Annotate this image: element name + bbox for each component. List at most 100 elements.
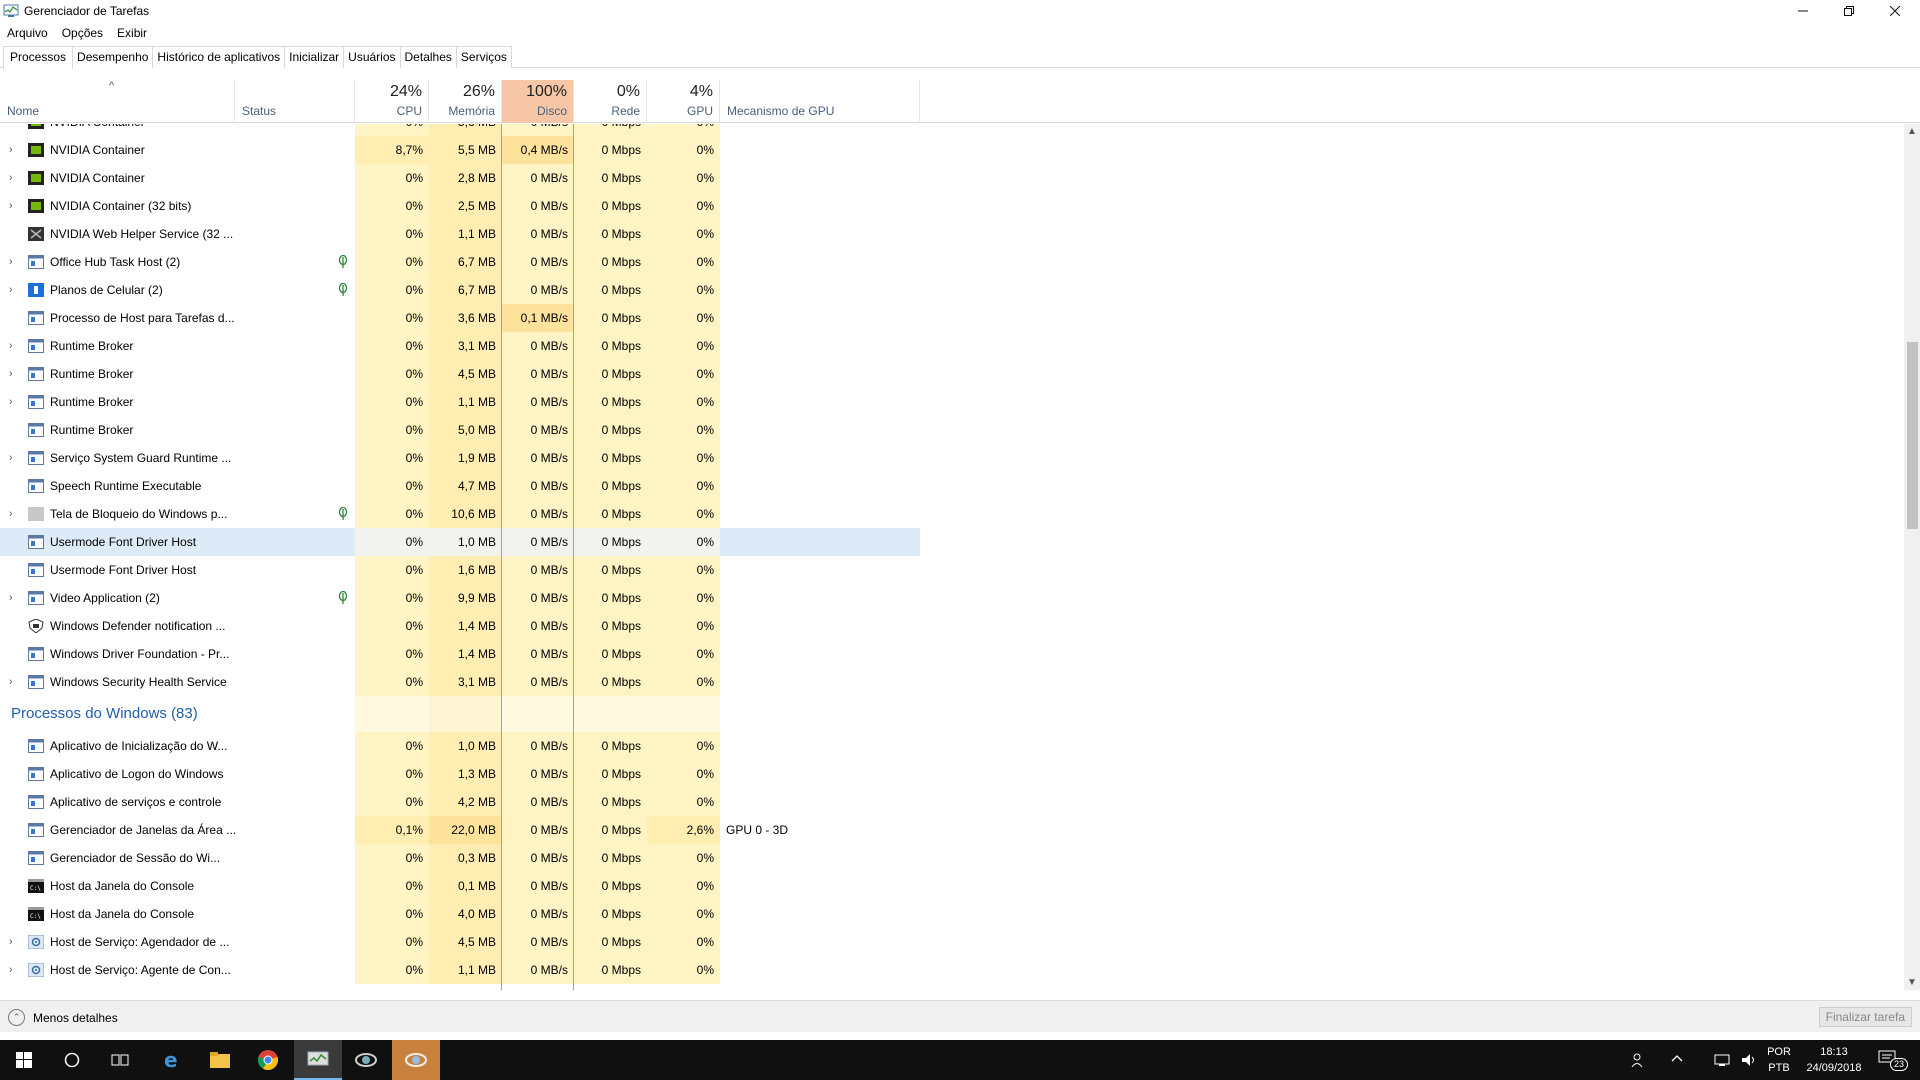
tab-historico-aplicativos[interactable]: Histórico de aplicativos [152, 46, 286, 68]
expand-chevron-icon[interactable]: › [9, 584, 13, 612]
scrollbar-thumb[interactable] [1907, 342, 1918, 529]
cell-disk: 0 MB/s [502, 192, 574, 220]
footer-bar: ⌃ Menos detalhes Finalizar tarefa [0, 1000, 1920, 1032]
less-details-button[interactable]: ⌃ Menos detalhes [8, 1009, 118, 1026]
process-row[interactable]: 0% 3,1 MB 0 MB/s 0 Mbps 0% › Windows Security … [0, 668, 920, 696]
suspended-leaf-icon [338, 283, 348, 296]
process-row[interactable]: 0% 3,6 MB 0,1 MB/s 0 Mbps 0% Processo de Host… [0, 304, 920, 332]
expand-chevron-icon[interactable]: › [9, 444, 13, 472]
process-row[interactable]: 0,1% 22,0 MB 0 MB/s 0 Mbps 2,6% GPU 0 - 3D Ger… [0, 816, 920, 844]
tab-detalhes[interactable]: Detalhes [399, 46, 457, 68]
process-row[interactable]: 0% 1,4 MB 0 MB/s 0 Mbps 0% Windows Driver Fou… [0, 640, 920, 668]
process-row[interactable]: 8,7% 5,5 MB 0,4 MB/s 0 Mbps 0% › NVIDIA Contai… [0, 136, 920, 164]
process-row[interactable]: 0% 9,9 MB 0 MB/s 0 Mbps 0% › Video Application… [0, 584, 920, 612]
column-status[interactable]: Status [235, 80, 355, 123]
column-name[interactable]: ^ Nome [0, 80, 235, 123]
process-row[interactable]: 0% 1,1 MB 0 MB/s 0 Mbps 0% › Runtime Broker [0, 388, 920, 416]
cell-gpu-engine [726, 872, 916, 900]
chevron-up-tray-icon[interactable] [1670, 1052, 1684, 1080]
expand-chevron-icon[interactable]: › [9, 164, 13, 192]
tab-servicos[interactable]: Serviços [455, 46, 512, 68]
minimize-button[interactable] [1780, 0, 1826, 22]
cortana-button[interactable] [48, 1040, 96, 1080]
process-name: Usermode Font Driver Host [50, 535, 197, 549]
expand-chevron-icon[interactable]: › [9, 360, 13, 388]
taskbar-chrome[interactable] [244, 1040, 292, 1080]
column-memory[interactable]: 26% Memória [429, 80, 502, 123]
expand-chevron-icon[interactable]: › [9, 928, 13, 956]
taskbar-app-2[interactable] [342, 1040, 390, 1080]
end-task-button[interactable]: Finalizar tarefa [1818, 1007, 1912, 1027]
menu-exibir[interactable]: Exibir [110, 24, 154, 42]
action-center-button[interactable]: 23 [1876, 1050, 1909, 1072]
taskbar-task-manager[interactable] [294, 1040, 342, 1080]
process-row[interactable]: 0% 5,0 MB 0 MB/s 0 Mbps 0% Runtime Broker [0, 416, 920, 444]
cell-network: 0 Mbps [574, 872, 647, 900]
column-cpu[interactable]: 24% CPU [355, 80, 429, 123]
process-name: Planos de Celular (2) [50, 283, 163, 297]
cell-network: 0 Mbps [574, 388, 647, 416]
process-row[interactable]: 0% 1,4 MB 0 MB/s 0 Mbps 0% Windows Defender n… [0, 612, 920, 640]
process-row[interactable]: 0% 3,1 MB 0 MB/s 0 Mbps 0% › Runtime Broker [0, 332, 920, 360]
cell-gpu-engine [726, 668, 916, 696]
network-icon[interactable] [1714, 1052, 1732, 1080]
volume-icon[interactable] [1740, 1052, 1758, 1080]
tab-desempenho[interactable]: Desempenho [72, 46, 154, 68]
restore-button[interactable] [1826, 0, 1872, 22]
process-row[interactable]: 0% 10,6 MB 0 MB/s 0 Mbps 0% › Tela de Bloqueio… [0, 500, 920, 528]
scroll-down-icon[interactable]: ▼ [1904, 977, 1920, 988]
process-row[interactable]: 0% 0,3 MB 0 MB/s 0 Mbps 0% Gerenciador de Ses… [0, 844, 920, 872]
process-row[interactable]: 0% 4,5 MB 0 MB/s 0 Mbps 0% › Runtime Broker [0, 360, 920, 388]
cell-memory: 0,1 MB [429, 872, 502, 900]
scroll-up-icon[interactable]: ▲ [1904, 126, 1920, 137]
column-gpu-engine[interactable]: Mecanismo de GPU [720, 80, 920, 123]
process-row[interactable]: 0%5,6 MB0 MB/s0 Mbps0%›NVIDIA Container [0, 124, 920, 136]
close-button[interactable] [1872, 0, 1918, 22]
process-row[interactable]: 0% 2,8 MB 0 MB/s 0 Mbps 0% › NVIDIA Container [0, 164, 920, 192]
tab-inicializar[interactable]: Inicializar [284, 46, 345, 68]
tab-processos[interactable]: Processos [3, 46, 74, 69]
column-gpu[interactable]: 4% GPU [647, 80, 720, 123]
column-disk[interactable]: 100% Disco [502, 80, 574, 123]
process-row[interactable]: 0% 4,0 MB 0 MB/s 0 Mbps 0% C:\ Host da Janela … [0, 900, 920, 928]
expand-chevron-icon[interactable]: › [9, 136, 13, 164]
taskbar-app-3[interactable] [392, 1040, 440, 1080]
start-button[interactable] [0, 1040, 48, 1080]
expand-chevron-icon[interactable]: › [9, 388, 13, 416]
task-view-button[interactable] [96, 1040, 144, 1080]
process-row[interactable]: 0% 1,0 MB 0 MB/s 0 Mbps 0% Usermode Font Driv… [0, 528, 920, 556]
process-row[interactable]: 0% 0,1 MB 0 MB/s 0 Mbps 0% C:\ Host da Janela … [0, 872, 920, 900]
process-name: Host da Janela do Console [50, 879, 195, 893]
tab-usuarios[interactable]: Usuários [343, 46, 401, 68]
process-row[interactable]: 0% 1,1 MB 0 MB/s 0 Mbps 0% › Host de Serviço: … [0, 956, 920, 984]
process-row[interactable]: 0% 2,5 MB 0 MB/s 0 Mbps 0% › NVIDIA Container … [0, 192, 920, 220]
process-row[interactable]: 0% 6,7 MB 0 MB/s 0 Mbps 0% › Office Hub Task H… [0, 248, 920, 276]
process-row[interactable]: 0% 1,0 MB 0 MB/s 0 Mbps 0% Aplicativo de Inic… [0, 732, 920, 760]
expand-chevron-icon[interactable]: › [9, 956, 13, 984]
process-row[interactable]: 0% 4,7 MB 0 MB/s 0 Mbps 0% Speech Runtime Exe… [0, 472, 920, 500]
taskbar-file-explorer[interactable] [196, 1040, 244, 1080]
process-row[interactable]: 0% 4,5 MB 0 MB/s 0 Mbps 0% › Host de Serviço: … [0, 928, 920, 956]
group-header-row[interactable]: Processos do Windows (83) [0, 696, 920, 732]
expand-chevron-icon[interactable]: › [9, 124, 13, 136]
process-row[interactable]: 0% 1,9 MB 0 MB/s 0 Mbps 0% › Serviço System Gu… [0, 444, 920, 472]
process-row[interactable]: 0% 4,2 MB 0 MB/s 0 Mbps 0% Aplicativo de serv… [0, 788, 920, 816]
vertical-scrollbar[interactable]: ▲ ▼ [1904, 124, 1920, 990]
process-row[interactable]: 0% 1,1 MB 0 MB/s 0 Mbps 0% NVIDIA Web Helper … [0, 220, 920, 248]
process-row[interactable]: 0% 1,3 MB 0 MB/s 0 Mbps 0% Aplicativo de Logo… [0, 760, 920, 788]
column-network[interactable]: 0% Rede [574, 80, 647, 123]
expand-chevron-icon[interactable]: › [9, 248, 13, 276]
expand-chevron-icon[interactable]: › [9, 192, 13, 220]
clock[interactable]: 18:13 24/09/2018 [1800, 1044, 1868, 1080]
expand-chevron-icon[interactable]: › [9, 332, 13, 360]
expand-chevron-icon[interactable]: › [9, 276, 13, 304]
people-icon[interactable] [1630, 1052, 1646, 1080]
taskbar-edge[interactable]: e [148, 1040, 196, 1080]
expand-chevron-icon[interactable]: › [9, 500, 13, 528]
process-row[interactable]: 0% 1,6 MB 0 MB/s 0 Mbps 0% Usermode Font Driv… [0, 556, 920, 584]
process-row[interactable]: 0% 6,7 MB 0 MB/s 0 Mbps 0% › Planos de Celular… [0, 276, 920, 304]
input-language[interactable]: POR PTB [1766, 1044, 1792, 1080]
menu-opcoes[interactable]: Opções [55, 24, 110, 42]
expand-chevron-icon[interactable]: › [9, 668, 13, 696]
menu-arquivo[interactable]: Arquivo [0, 24, 55, 42]
